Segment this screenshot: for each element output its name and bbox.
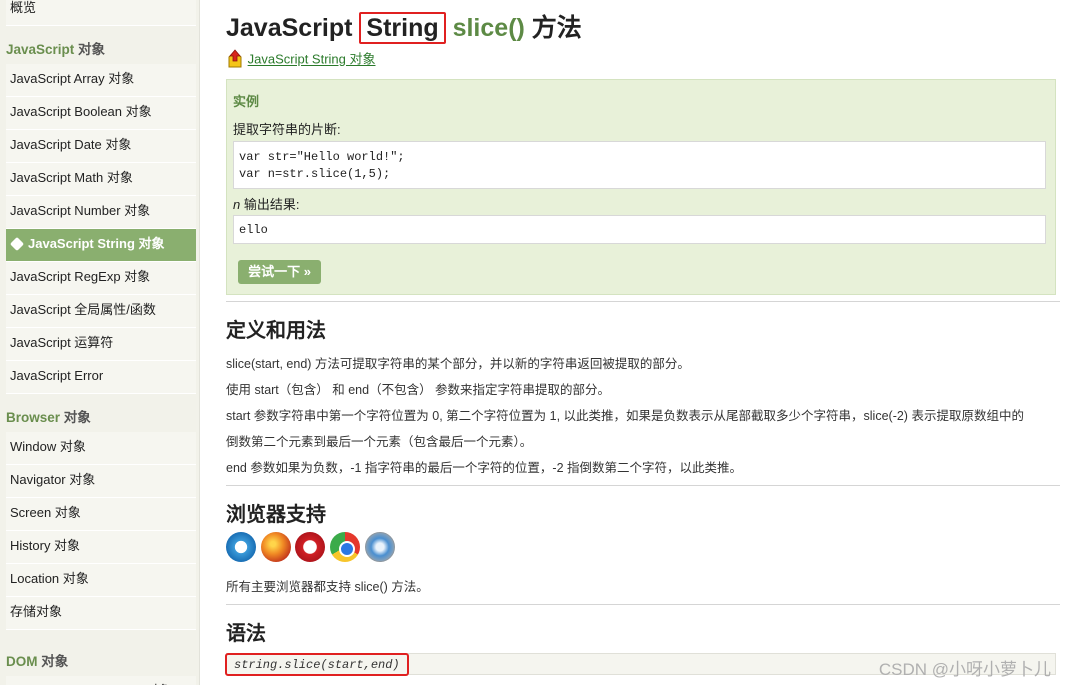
example-output: ello (233, 215, 1046, 244)
definition-paragraph: 使用 start（包含） 和 end（不包含） 参数来指定字符串提取的部分。 (226, 383, 611, 397)
divider (226, 604, 1060, 605)
divider (226, 485, 1060, 486)
title-prefix: JavaScript (226, 14, 360, 42)
definition-paragraph: start 参数字符串中第一个字符位置为 0, 第二个字符位置为 1, 以此类推… (226, 409, 1024, 423)
sidebar-item-html-dom-document[interactable]: HTML DOM Document 对象 (6, 676, 196, 685)
opera-icon (295, 532, 326, 562)
sidebar-item-array[interactable]: JavaScript Array 对象 (6, 64, 196, 97)
section-title-rest: 对象 (60, 410, 91, 425)
example-box: 实例 提取字符串的片断: var str="Hello world!"; var… (226, 79, 1056, 295)
sidebar-item-boolean[interactable]: JavaScript Boolean 对象 (6, 97, 196, 130)
back-arrow-icon (228, 49, 242, 68)
section-title-accent: Browser (6, 410, 61, 425)
sidebar-item-history[interactable]: History 对象 (6, 531, 196, 564)
browser-icons (226, 532, 396, 564)
safari-icon (364, 532, 395, 562)
sidebar-item-string[interactable]: JavaScript String 对象 (6, 229, 196, 262)
definition-paragraph: slice(start, end) 方法可提取字符串的某个部分，并以新的字符串返… (226, 357, 690, 371)
sidebar-item-regexp[interactable]: JavaScript RegExp 对象 (6, 262, 196, 295)
syntax-code: string.slice(start,end) (225, 653, 409, 676)
browser-support-note: 所有主要浏览器都支持 slice() 方法。 (226, 580, 429, 594)
sidebar-item-storage[interactable]: 存储对象 (6, 597, 196, 630)
section-title-accent: JavaScript (6, 42, 75, 57)
sidebar: 概览 JavaScript 对象 JavaScript Array 对象 Jav… (0, 0, 200, 685)
section-title-accent: DOM (6, 654, 38, 669)
divider (226, 301, 1060, 302)
sidebar-item-label: JavaScript String 对象 (28, 236, 165, 251)
sidebar-item-overview[interactable]: 概览 (6, 0, 196, 26)
title-suffix: 方法 (524, 14, 582, 42)
sidebar-item-navigator[interactable]: Navigator 对象 (6, 465, 196, 498)
code-line: var str="Hello world!"; (239, 150, 405, 164)
sidebar-item-screen[interactable]: Screen 对象 (6, 498, 196, 531)
watermark: CSDN @小呀小萝卜儿 (878, 660, 1051, 679)
section-title-rest: 对象 (74, 42, 106, 57)
sidebar-item-operators[interactable]: JavaScript 运算符 (6, 328, 196, 361)
tag-icon (9, 236, 25, 252)
code-line: var n=str.slice(1,5); (239, 167, 391, 181)
sidebar-item-window[interactable]: Window 对象 (6, 432, 196, 465)
page-title: JavaScript String slice() 方法 (226, 8, 582, 44)
syntax-heading: 语法 (226, 623, 266, 645)
definition-paragraph: 倒数第二个元素到最后一个元素（包含最后一个元素）。 (226, 435, 533, 449)
sidebar-section-browser: Browser 对象 (0, 394, 199, 432)
definition-paragraph: end 参数如果为负数，-1 指字符串的最后一个字符的位置，-2 指倒数第二个字… (226, 461, 743, 475)
sidebar-item-location[interactable]: Location 对象 (6, 564, 196, 597)
sidebar-item-math[interactable]: JavaScript Math 对象 (6, 163, 196, 196)
output-label: n 输出结果: (233, 194, 299, 213)
output-label-text: 输出结果: (240, 197, 300, 212)
example-heading: 实例 (233, 94, 260, 109)
back-link-row: JavaScript String 对象 (226, 48, 376, 68)
example-description: 提取字符串的片断: (233, 122, 341, 137)
try-it-button[interactable]: 尝试一下 » (238, 260, 321, 284)
sidebar-item-number[interactable]: JavaScript Number 对象 (6, 196, 196, 229)
sidebar-section-dom: DOM 对象 (0, 630, 199, 676)
sidebar-item-global[interactable]: JavaScript 全局属性/函数 (6, 295, 196, 328)
example-code: var str="Hello world!"; var n=str.slice(… (233, 141, 1046, 189)
sidebar-section-javascript: JavaScript 对象 (0, 26, 199, 64)
back-link-string-object[interactable]: JavaScript String 对象 (248, 52, 376, 67)
browser-support-heading: 浏览器支持 (226, 504, 326, 526)
firefox-icon (260, 532, 291, 562)
title-highlight: String (359, 12, 446, 44)
title-method: slice() (445, 14, 525, 42)
chrome-icon (329, 532, 360, 562)
sidebar-item-date[interactable]: JavaScript Date 对象 (6, 130, 196, 163)
definition-heading: 定义和用法 (226, 320, 326, 342)
section-title-rest: 对象 (37, 654, 69, 669)
internet-explorer-icon (226, 532, 256, 562)
sidebar-item-error[interactable]: JavaScript Error (6, 361, 196, 394)
